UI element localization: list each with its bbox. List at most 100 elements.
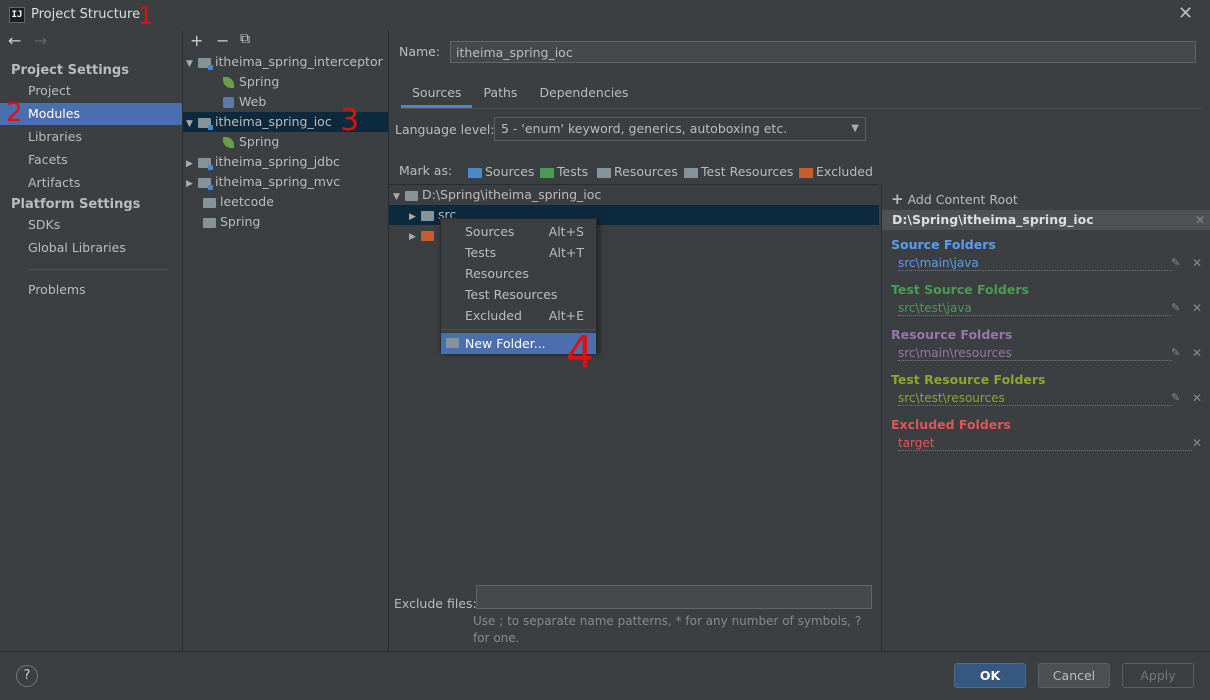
excluded-folders-heading: Excluded Folders (891, 417, 1011, 432)
facet-label: Spring (239, 134, 280, 149)
mark-resources-button[interactable]: Resources (597, 163, 678, 181)
mark-test-resources-button[interactable]: Test Resources (684, 163, 793, 181)
cancel-button[interactable]: Cancel (1038, 663, 1110, 688)
tab-bar: Sources Paths Dependencies (401, 81, 1201, 109)
module-label: itheima_spring_ioc (215, 114, 332, 129)
nav-item-project[interactable]: Project (0, 80, 182, 102)
menu-item-excluded[interactable]: Excluded Alt+E (441, 305, 596, 326)
back-arrow-icon[interactable]: ← (8, 31, 21, 50)
module-name-input[interactable]: itheima_spring_ioc (450, 41, 1196, 63)
tab-dependencies[interactable]: Dependencies (528, 81, 639, 105)
test-resources-folder-icon (684, 167, 698, 178)
dialog-footer: ? OK Cancel Apply (0, 651, 1210, 700)
pencil-icon[interactable]: ✎ (1171, 301, 1180, 314)
add-module-icon[interactable]: + (190, 31, 203, 50)
exclude-files-label: Exclude files: (394, 596, 477, 611)
expand-triangle-icon[interactable]: ▼ (186, 54, 198, 74)
module-item[interactable]: ▼ itheima_spring_interceptor (183, 52, 388, 72)
module-folder-icon (203, 217, 216, 228)
excluded-folder-path: target (898, 436, 1192, 451)
annotation-1: 1 (138, 2, 154, 30)
expand-triangle-icon[interactable]: ▼ (393, 187, 405, 207)
remove-icon[interactable]: ✕ (1192, 436, 1202, 450)
remove-icon[interactable]: ✕ (1192, 346, 1202, 360)
nav-item-artifacts[interactable]: Artifacts (0, 172, 182, 194)
copy-module-icon[interactable]: ⧉ (240, 31, 250, 47)
mark-sources-button[interactable]: Sources (468, 163, 534, 181)
test-resource-folders-heading: Test Resource Folders (891, 372, 1046, 387)
forward-arrow-icon[interactable]: → (34, 31, 47, 50)
nav-item-modules[interactable]: Modules (0, 103, 182, 125)
remove-root-icon[interactable]: ✕ (1195, 210, 1205, 230)
source-folders-heading: Source Folders (891, 237, 996, 252)
menu-item-tests[interactable]: Tests Alt+T (441, 242, 596, 263)
exclude-files-hint: Use ; to separate name patterns, * for a… (473, 614, 862, 645)
module-item[interactable]: leetcode (183, 192, 388, 212)
module-folder-icon (198, 157, 213, 170)
resource-folder-path: src\main\resources (898, 346, 1172, 361)
nav-item-libraries[interactable]: Libraries (0, 126, 182, 148)
collapse-triangle-icon[interactable]: ▶ (186, 174, 198, 194)
nav-divider (28, 269, 168, 270)
pencil-icon[interactable]: ✎ (1171, 346, 1180, 359)
pencil-icon[interactable]: ✎ (1171, 256, 1180, 269)
ok-button[interactable]: OK (954, 663, 1026, 688)
spring-leaf-icon (223, 137, 234, 148)
module-label: leetcode (220, 194, 274, 209)
name-label: Name: (399, 44, 441, 59)
tab-sources[interactable]: Sources (401, 81, 473, 108)
expand-triangle-icon[interactable]: ▼ (186, 114, 198, 134)
remove-icon[interactable]: ✕ (1192, 391, 1202, 405)
test-source-folder-path: src\test\java (898, 301, 1172, 316)
remove-icon[interactable]: ✕ (1192, 301, 1202, 315)
help-icon[interactable]: ? (16, 665, 38, 687)
module-folder-icon (198, 117, 213, 130)
title-bar: IJ Project Structure ✕ (0, 0, 1210, 30)
sources-folder-icon (468, 167, 482, 178)
content-root-item[interactable]: ▼ D:\Spring\itheima_spring_ioc (389, 185, 879, 205)
module-folder-icon (198, 177, 213, 190)
module-folder-icon (198, 57, 213, 70)
content-root-header: D:\Spring\itheima_spring_ioc ✕ (882, 210, 1210, 230)
add-content-root-button[interactable]: + Add Content Root (891, 190, 1018, 208)
folder-icon (405, 190, 418, 201)
nav-item-problems[interactable]: Problems (0, 279, 182, 301)
apply-button[interactable]: Apply (1122, 663, 1194, 688)
remove-icon[interactable]: ✕ (1192, 256, 1202, 270)
language-level-select[interactable]: 5 - 'enum' keyword, generics, autoboxing… (494, 117, 866, 141)
close-icon[interactable]: ✕ (1178, 4, 1193, 24)
menu-item-sources[interactable]: Sources Alt+S (441, 221, 596, 242)
remove-module-icon[interactable]: − (216, 31, 229, 50)
annotation-2: 2 (6, 98, 23, 128)
tests-folder-icon (540, 167, 554, 178)
module-item[interactable]: ▶ itheima_spring_jdbc (183, 152, 388, 172)
test-resource-folder-path: src\test\resources (898, 391, 1172, 406)
facet-item[interactable]: Spring (183, 72, 388, 92)
excluded-folder-icon (421, 230, 434, 241)
collapse-triangle-icon[interactable]: ▶ (409, 227, 421, 247)
language-level-value: 5 - 'enum' keyword, generics, autoboxing… (501, 121, 788, 136)
exclude-files-input[interactable] (476, 585, 872, 609)
menu-item-resources[interactable]: Resources (441, 263, 596, 284)
settings-nav: ← → Project Settings Project Modules Lib… (0, 30, 183, 651)
nav-item-facets[interactable]: Facets (0, 149, 182, 171)
content-root-label: D:\Spring\itheima_spring_ioc (422, 187, 602, 202)
menu-item-test-resources[interactable]: Test Resources (441, 284, 596, 305)
content-root-panel: + Add Content Root D:\Spring\itheima_spr… (881, 184, 1210, 651)
module-label: itheima_spring_mvc (215, 174, 341, 189)
mark-as-label: Mark as: (399, 163, 453, 178)
module-item[interactable]: Spring (183, 212, 388, 232)
mark-tests-button[interactable]: Tests (540, 163, 588, 181)
pencil-icon[interactable]: ✎ (1171, 391, 1180, 404)
nav-item-global-libraries[interactable]: Global Libraries (0, 237, 182, 259)
module-label: Spring (220, 214, 261, 229)
nav-item-sdks[interactable]: SDKs (0, 214, 182, 236)
mark-excluded-button[interactable]: Excluded (799, 163, 873, 181)
collapse-triangle-icon[interactable]: ▶ (409, 207, 421, 227)
facet-label: Web (239, 94, 267, 109)
source-folder-path: src\main\java (898, 256, 1172, 271)
collapse-triangle-icon[interactable]: ▶ (186, 154, 198, 174)
module-item[interactable]: ▶ itheima_spring_mvc (183, 172, 388, 192)
tab-paths[interactable]: Paths (472, 81, 528, 105)
test-source-folders-heading: Test Source Folders (891, 282, 1029, 297)
